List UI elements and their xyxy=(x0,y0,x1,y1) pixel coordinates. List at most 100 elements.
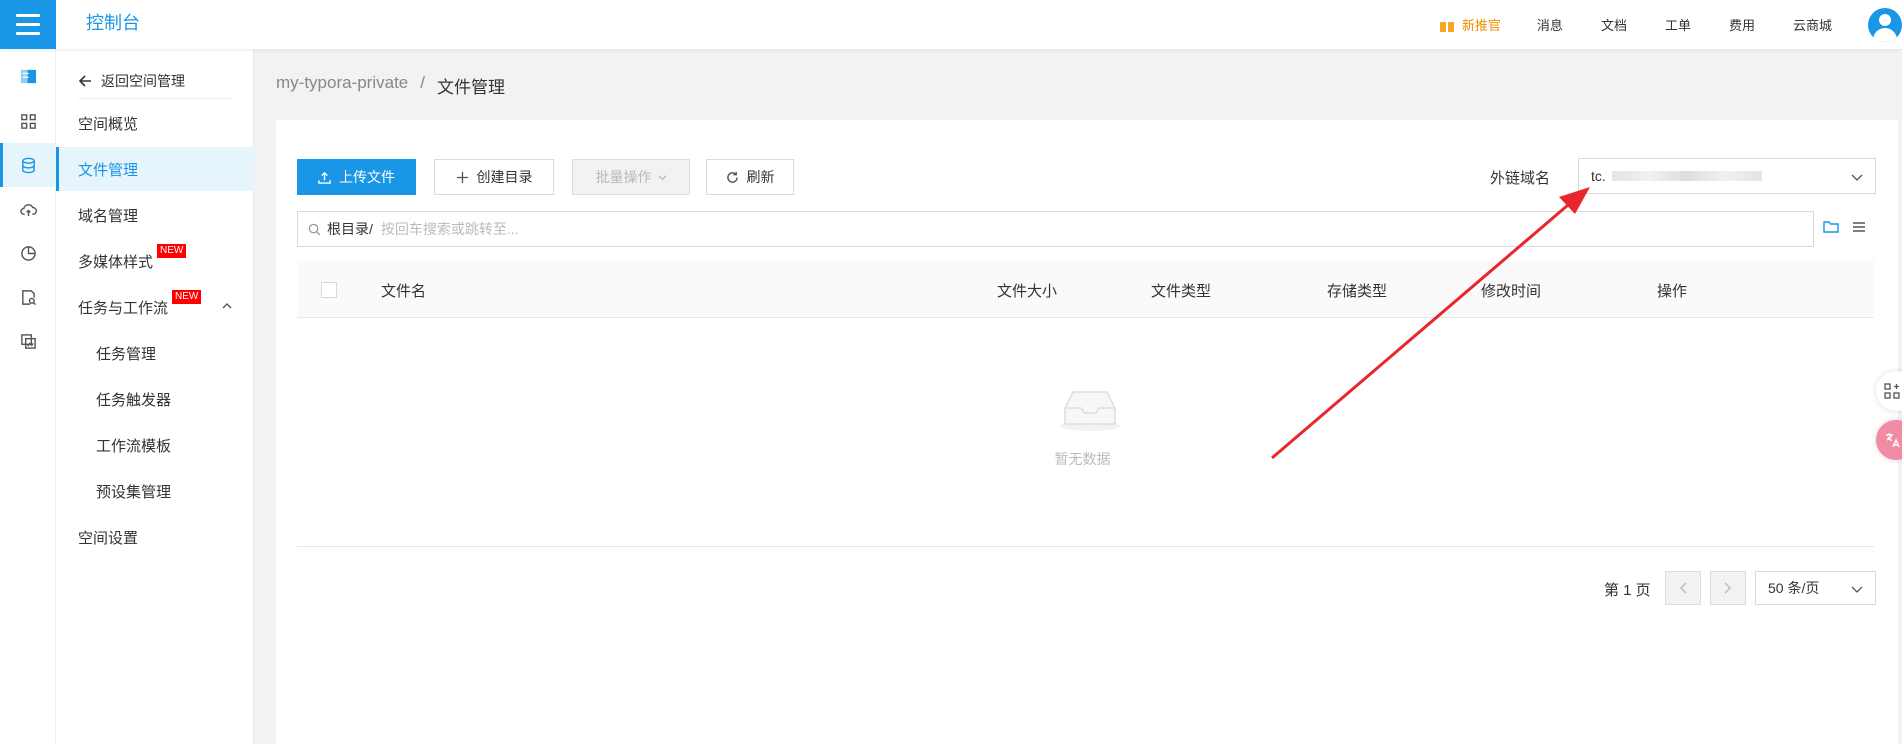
sidebar-item-file-management[interactable]: 文件管理 xyxy=(56,147,254,191)
gift-icon xyxy=(1439,17,1454,32)
sidebar-item-label: 空间设置 xyxy=(78,529,139,547)
promo-link[interactable]: 新推官 xyxy=(1439,15,1501,34)
sidebar-item-preset-management[interactable]: 预设集管理 xyxy=(56,469,254,513)
col-file-name: 文件名 xyxy=(381,283,427,300)
rail-dashboard[interactable] xyxy=(0,99,56,143)
domain-value: tc. xyxy=(1591,168,1606,184)
sidebar-item-task-management[interactable]: 任务管理 xyxy=(56,331,254,375)
sidebar-item-space-settings[interactable]: 空间设置 xyxy=(56,515,254,559)
database-icon xyxy=(21,157,35,173)
promo-label: 新推官 xyxy=(1461,18,1501,33)
domain-select[interactable]: tc. xyxy=(1578,158,1876,194)
top-nav: 新推官 消息 文档 工单 费用 云商城 xyxy=(1439,0,1902,49)
user-avatar[interactable] xyxy=(1868,7,1902,42)
arrow-left-icon xyxy=(78,74,91,87)
rail-image-process[interactable] xyxy=(0,319,56,363)
sidebar-item-label: 预设集管理 xyxy=(96,483,172,501)
select-all-checkbox[interactable] xyxy=(321,282,337,298)
root-path[interactable]: 根目录/ xyxy=(327,219,373,239)
col-actions: 操作 xyxy=(1657,283,1688,300)
sidebar-item-label: 任务管理 xyxy=(96,345,157,363)
nav-docs[interactable]: 文档 xyxy=(1601,15,1627,34)
nav-marketplace[interactable]: 云商城 xyxy=(1793,15,1832,34)
sidebar-item-label: 任务与工作流 xyxy=(78,299,169,317)
sidebar-item-label: 文件管理 xyxy=(78,161,139,179)
breadcrumb-bucket[interactable]: my-typora-private xyxy=(276,73,408,98)
new-badge: NEW xyxy=(157,244,187,258)
sidebar: 返回空间管理 空间概览 文件管理 域名管理 多媒体样式 NEW 任务与工作流 NEW… xyxy=(56,49,254,744)
next-page-button[interactable] xyxy=(1710,571,1746,605)
grid-icon xyxy=(20,113,36,129)
list-icon xyxy=(1853,222,1865,232)
create-directory-button[interactable]: 创建目录 xyxy=(434,159,554,195)
sidebar-item-media-style[interactable]: 多媒体样式 NEW xyxy=(56,239,254,283)
col-modified-time: 修改时间 xyxy=(1481,283,1542,300)
sidebar-item-workflow-template[interactable]: 工作流模板 xyxy=(56,423,254,467)
sidebar-item-tasks-workflows[interactable]: 任务与工作流 NEW xyxy=(56,285,254,329)
back-to-bucket-list[interactable]: 返回空间管理 xyxy=(78,63,233,99)
chevron-down-icon xyxy=(657,174,667,180)
upload-file-button[interactable]: 上传文件 xyxy=(297,159,416,195)
apps-plus-icon xyxy=(1884,383,1900,399)
domain-label: 外链域名 xyxy=(1490,170,1551,187)
col-file-size: 文件大小 xyxy=(997,283,1058,300)
folder-view-button[interactable] xyxy=(1816,212,1846,242)
page-indicator: 第 1 页 xyxy=(1604,582,1651,599)
storage-logo-icon xyxy=(20,69,36,83)
translate-icon xyxy=(1886,433,1900,448)
cloud-upload-icon xyxy=(19,203,37,216)
chevron-down-icon xyxy=(1851,586,1863,593)
sidebar-item-domain[interactable]: 域名管理 xyxy=(56,193,254,237)
rail-analytics[interactable] xyxy=(0,231,56,275)
mkdir-label: 创建目录 xyxy=(476,169,533,185)
rail-file-inspect[interactable] xyxy=(0,275,56,319)
nav-billing[interactable]: 费用 xyxy=(1729,15,1755,34)
search-icon xyxy=(308,223,321,236)
page-size-value: 50 条/页 xyxy=(1768,580,1820,596)
prev-page-button[interactable] xyxy=(1665,571,1701,605)
page-size-select[interactable]: 50 条/页 xyxy=(1755,571,1876,605)
image-process-icon xyxy=(20,333,36,349)
table-header: 文件名 文件大小 文件类型 存储类型 修改时间 操作 xyxy=(297,260,1874,318)
refresh-button[interactable]: 刷新 xyxy=(706,159,794,195)
empty-state: 暂无数据 xyxy=(297,318,1874,547)
sidebar-item-label: 空间概览 xyxy=(78,115,139,133)
upload-label: 上传文件 xyxy=(339,169,395,185)
sidebar-item-label: 多媒体样式 xyxy=(78,253,154,271)
sidebar-item-task-trigger[interactable]: 任务触发器 xyxy=(56,377,254,421)
path-search: 根目录/ xyxy=(297,211,1814,247)
plus-icon xyxy=(456,171,468,183)
chevron-right-icon xyxy=(1724,582,1731,594)
nav-messages[interactable]: 消息 xyxy=(1537,15,1563,34)
batch-operation-button[interactable]: 批量操作 xyxy=(572,159,690,195)
empty-text: 暂无数据 xyxy=(1054,451,1111,467)
empty-inbox-icon xyxy=(1060,391,1120,431)
chevron-down-icon xyxy=(1851,174,1863,181)
new-badge: NEW xyxy=(172,290,202,304)
product-rail xyxy=(0,49,56,744)
folder-icon xyxy=(1823,221,1839,233)
console-title[interactable]: 控制台 xyxy=(86,9,140,35)
back-label: 返回空间管理 xyxy=(101,72,185,89)
upload-icon xyxy=(318,171,331,184)
top-bar: 控制台 新推官 消息 文档 工单 费用 云商城 xyxy=(0,0,1902,49)
rail-storage-logo-icon[interactable] xyxy=(0,54,56,98)
nav-tickets[interactable]: 工单 xyxy=(1665,15,1691,34)
list-view-button[interactable] xyxy=(1844,212,1874,242)
chevron-left-icon xyxy=(1680,582,1687,594)
sidebar-item-label: 域名管理 xyxy=(78,207,139,225)
sidebar-item-overview[interactable]: 空间概览 xyxy=(56,101,254,145)
breadcrumb: my-typora-private / 文件管理 xyxy=(276,73,505,98)
breadcrumb-current: 文件管理 xyxy=(437,78,505,97)
rail-cloud-sync[interactable] xyxy=(0,187,56,231)
search-input[interactable] xyxy=(380,221,1581,237)
chevron-up-icon[interactable] xyxy=(222,301,232,311)
col-storage-class: 存储类型 xyxy=(1327,283,1388,300)
refresh-label: 刷新 xyxy=(746,169,775,185)
hamburger-menu-icon[interactable] xyxy=(0,0,56,49)
rail-object-storage[interactable] xyxy=(0,143,56,187)
file-panel: 上传文件 创建目录 批量操作 刷新 外链域名 tc. 根目录/ 文件名 文件大小… xyxy=(276,120,1898,744)
sidebar-item-label: 任务触发器 xyxy=(96,391,172,409)
sidebar-item-label: 工作流模板 xyxy=(96,437,172,455)
pie-chart-icon xyxy=(20,245,36,261)
